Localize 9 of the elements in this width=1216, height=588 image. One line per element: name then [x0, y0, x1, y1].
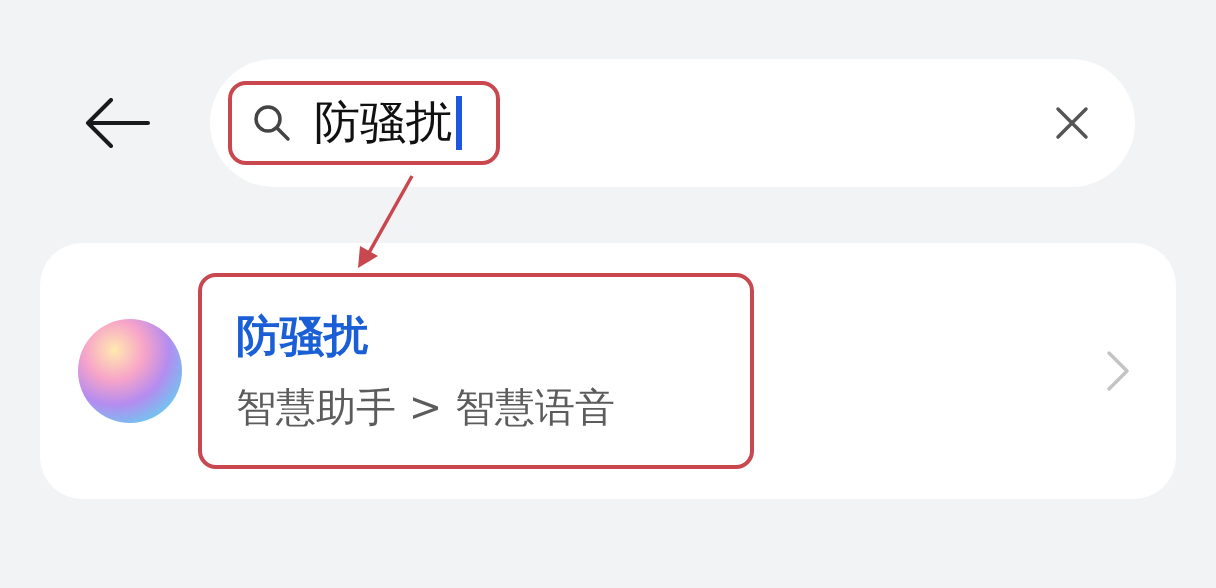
back-icon[interactable]: [84, 98, 150, 148]
chevron-right-icon: [1106, 350, 1130, 392]
result-path: 智慧助手 > 智慧语音: [236, 383, 616, 432]
search-field[interactable]: 防骚扰: [210, 59, 1135, 187]
result-title: 防骚扰: [236, 309, 369, 363]
result-item[interactable]: 防骚扰 智慧助手 > 智慧语音: [40, 243, 1176, 499]
close-icon[interactable]: [1055, 106, 1089, 140]
search-query: 防骚扰: [314, 94, 452, 151]
search-icon: [252, 103, 292, 143]
